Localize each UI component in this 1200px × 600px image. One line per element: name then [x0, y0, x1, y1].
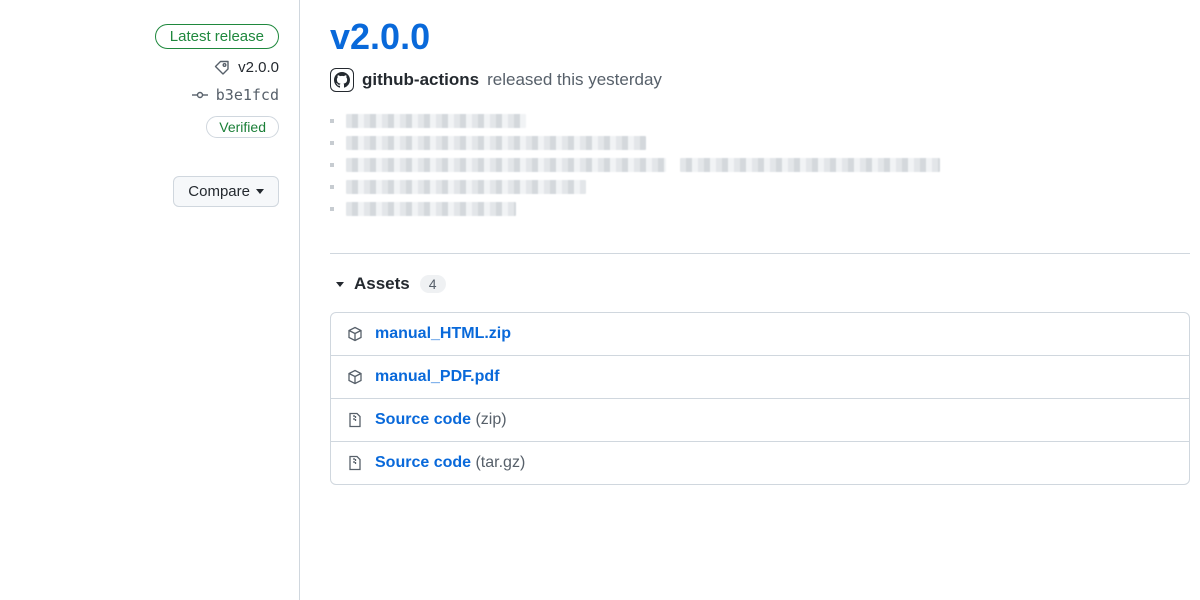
assets-count-badge: 4 [420, 275, 446, 293]
latest-release-badge: Latest release [155, 24, 279, 49]
release-author-name[interactable]: github-actions [362, 70, 479, 90]
tag-name: v2.0.0 [238, 59, 279, 76]
asset-suffix: (tar.gz) [471, 454, 525, 471]
asset-name: manual_PDF.pdf [375, 368, 499, 385]
commit-sha: b3e1fcd [216, 86, 279, 104]
package-icon [347, 369, 363, 385]
asset-name: Source code [375, 454, 471, 471]
commit-link[interactable]: b3e1fcd [192, 86, 279, 104]
asset-item[interactable]: Source code (zip) [331, 398, 1189, 441]
tag-link[interactable]: v2.0.0 [214, 59, 279, 76]
release-body-redacted [330, 114, 970, 229]
assets-label: Assets [354, 274, 410, 294]
verified-badge[interactable]: Verified [206, 116, 279, 138]
assets-toggle[interactable]: Assets 4 [330, 274, 1190, 294]
github-actions-avatar-icon[interactable] [330, 68, 354, 92]
compare-button[interactable]: Compare [173, 176, 279, 207]
section-divider [330, 253, 1190, 254]
release-sidebar: Latest release v2.0.0 b3e1fcd Verified [0, 0, 300, 600]
release-author-action: released this yesterday [487, 70, 662, 90]
asset-name: manual_HTML.zip [375, 325, 511, 342]
asset-suffix: (zip) [471, 411, 507, 428]
assets-list: manual_HTML.zip manual_PDF.pdf Source co… [330, 312, 1190, 485]
file-zip-icon [347, 455, 363, 471]
release-author-row: github-actions released this yesterday [330, 68, 1190, 92]
asset-item[interactable]: manual_HTML.zip [331, 313, 1189, 355]
compare-label: Compare [188, 183, 250, 200]
chevron-down-icon [256, 189, 264, 194]
commit-icon [192, 87, 208, 103]
chevron-down-icon [336, 282, 344, 287]
package-icon [347, 326, 363, 342]
tag-icon [214, 60, 230, 76]
asset-name: Source code [375, 411, 471, 428]
release-title[interactable]: v2.0.0 [330, 16, 1190, 58]
file-zip-icon [347, 412, 363, 428]
release-main: v2.0.0 github-actions released this yest… [300, 0, 1200, 600]
asset-item[interactable]: Source code (tar.gz) [331, 441, 1189, 484]
asset-item[interactable]: manual_PDF.pdf [331, 355, 1189, 398]
